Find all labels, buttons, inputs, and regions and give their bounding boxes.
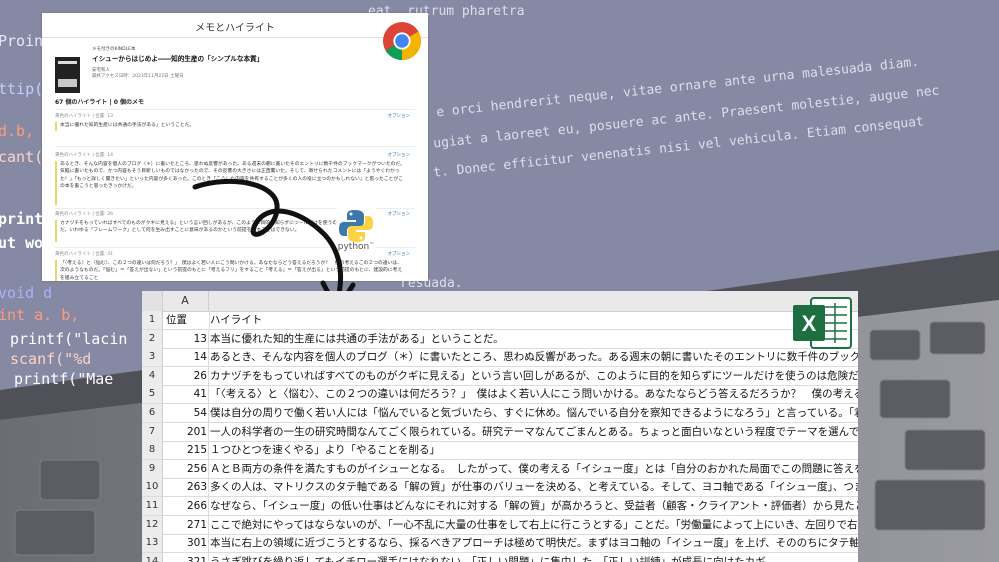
- cell-highlight[interactable]: 本当に優れた知的生産には共通の手法がある」ということだ。: [210, 330, 858, 348]
- page-title: メモとハイライト: [195, 23, 275, 34]
- cell-position[interactable]: 位置: [162, 311, 210, 329]
- table-row[interactable]: 13 301 本当に右上の領域に近づこうとするなら、採るべきアプローチは極めて明快だ…: [142, 534, 858, 554]
- last-accessed: 最終アクセス日時：2023年11月22日 土曜日: [92, 74, 184, 79]
- table-row[interactable]: 5 41 「〈考える〉と〈悩む〉、この２つの違いは何だろう？」 僕はよく若い人にこう…: [142, 385, 858, 405]
- row-number[interactable]: 7: [142, 422, 163, 441]
- row-number[interactable]: 5: [142, 385, 163, 404]
- highlight-meta: 黄色のハイライト | 位置: 13: [55, 114, 113, 119]
- options-link[interactable]: オプション: [388, 152, 411, 158]
- cell-highlight[interactable]: 本当に右上の領域に近づこうとするなら、採るべきアプローチは極めて明快だ。まずはヨ…: [210, 534, 858, 552]
- divider: [55, 109, 415, 110]
- background-code-text: printf("Mae: [14, 370, 114, 388]
- table-row[interactable]: 10 263 多くの人は、マトリクスのタテ軸である「解の質」が仕事のバリューを決める…: [142, 478, 858, 498]
- table-row[interactable]: 1 位置 ハイライト: [142, 311, 858, 330]
- chrome-logo-icon: [383, 22, 422, 61]
- cell-position[interactable]: 54: [162, 404, 209, 422]
- background-code-text: printf("lacin: [10, 330, 128, 348]
- cell-position[interactable]: 256: [162, 459, 209, 478]
- book-title[interactable]: イシューからはじめよ――知的生産の「シンプルな本質」: [92, 53, 263, 63]
- row-number[interactable]: 4: [142, 366, 163, 385]
- cell-position[interactable]: 41: [162, 385, 209, 404]
- cell-highlight[interactable]: あるとき、そんな内容を個人のブログ（＊）に書いたところ、思わぬ反響があった。ある…: [210, 348, 858, 366]
- table-row[interactable]: 3 14 あるとき、そんな内容を個人のブログ（＊）に書いたところ、思わぬ反響があった…: [142, 348, 858, 368]
- table-row[interactable]: 2 13 本当に優れた知的生産には共通の手法がある」ということだ。: [142, 329, 858, 349]
- cell-position[interactable]: 26: [162, 366, 209, 385]
- book-cover-image[interactable]: [55, 57, 80, 93]
- cell-highlight[interactable]: ハイライト: [210, 311, 858, 329]
- options-link[interactable]: オプション: [388, 211, 411, 217]
- column-header-a[interactable]: A: [162, 291, 209, 311]
- table-row[interactable]: 8 215 １つひとつを速くやる」より「やることを削る」: [142, 441, 858, 461]
- row-number[interactable]: 6: [142, 404, 163, 422]
- cell-highlight[interactable]: うさぎ跳びを繰り返してもイチロー選手にはなれない。「正しい問題」に集中した、「正…: [210, 553, 858, 562]
- row-number[interactable]: 1: [142, 311, 163, 329]
- trademark-symbol: ™: [369, 242, 375, 248]
- background-code-text: cant(: [0, 148, 44, 166]
- background-code-text: Proin: [0, 32, 44, 50]
- options-link[interactable]: オプション: [388, 113, 411, 119]
- background-code-text: scanf("%d: [10, 350, 92, 368]
- cell-highlight[interactable]: 多くの人は、マトリクスのタテ軸である「解の質」が仕事のバリューを決める、と考えて…: [210, 478, 858, 496]
- cell-highlight[interactable]: ＡとＢ両方の条件を満たすものがイシューとなる。 したがって、僕の考える「イシュー…: [210, 460, 858, 478]
- cell-highlight[interactable]: １つひとつを速くやる」より「やることを削る」: [210, 441, 858, 459]
- highlight-meta: 黄色のハイライト | 位置: 41: [55, 252, 113, 257]
- table-row[interactable]: 14 321 うさぎ跳びを繰り返してもイチロー選手にはなれない。「正しい問題」に集中…: [142, 552, 858, 562]
- excel-letter: X: [802, 311, 817, 336]
- table-row[interactable]: 4 26 カナヅチをもっていればすべてのものがクギに見える」という言い回しがあるが、…: [142, 366, 858, 386]
- row-number[interactable]: 11: [142, 497, 163, 515]
- cell-position[interactable]: 215: [162, 441, 209, 460]
- spreadsheet: A 1 位置 ハイライト 2 13 本当に優れた知的生産には共通の手法がある」ということだ…: [142, 291, 858, 562]
- table-row[interactable]: 12 271 ここで絶対にやってはならないのが、「一心不乱に大量の仕事をして右上に行…: [142, 515, 858, 535]
- highlight-meta: 黄色のハイライト | 位置: 26: [55, 212, 113, 217]
- table-row[interactable]: 6 54 僕は自分の周りで働く若い人には「悩んでいると気づいたら、すぐに休め。悩んで…: [142, 404, 858, 423]
- row-number[interactable]: 8: [142, 441, 163, 460]
- row-number[interactable]: 2: [142, 329, 163, 348]
- background-code-text: ttip(: [0, 80, 44, 98]
- divider: [42, 37, 428, 38]
- cell-highlight[interactable]: ここで絶対にやってはならないのが、「一心不乱に大量の仕事をして右上に行こうとする…: [210, 516, 858, 534]
- cell-position[interactable]: 201: [162, 422, 209, 441]
- cell-position[interactable]: 263: [162, 478, 209, 497]
- column-header-bar: A: [142, 291, 858, 312]
- book-section-label: メモ付きのKINDLE本: [92, 47, 136, 52]
- cell-position[interactable]: 266: [162, 497, 209, 515]
- excel-logo-icon: X: [793, 297, 852, 349]
- highlight-text: 本当に優れた知的生産には共通の手法がある」ということだ。: [55, 122, 405, 131]
- table-row[interactable]: 9 256 ＡとＢ両方の条件を満たすものがイシューとなる。 したがって、僕の考える「…: [142, 459, 858, 479]
- cell-position[interactable]: 14: [162, 348, 209, 367]
- divider: [55, 146, 415, 147]
- background-code-text: int a. b,: [0, 306, 80, 324]
- background-code-text: ut wo: [0, 234, 44, 252]
- cell-highlight[interactable]: 一人の科学者の一生の研究時間なんてごく限られている。研究テーマなんてごまんとある…: [210, 423, 858, 441]
- row-number[interactable]: 3: [142, 348, 163, 367]
- cell-position[interactable]: 321: [162, 552, 209, 562]
- row-number[interactable]: 10: [142, 478, 163, 497]
- row-number[interactable]: 12: [142, 515, 163, 534]
- highlight-meta: 黄色のハイライト | 位置: 14: [55, 153, 113, 158]
- table-row[interactable]: 7 201 一人の科学者の一生の研究時間なんてごく限られている。研究テーマなんてごま…: [142, 422, 858, 442]
- cell-position[interactable]: 13: [162, 329, 209, 348]
- row-number[interactable]: 14: [142, 552, 163, 562]
- cell-highlight[interactable]: 僕は自分の周りで働く若い人には「悩んでいると気づいたら、すぐに休め。悩んでいる自…: [210, 404, 858, 422]
- select-all-corner[interactable]: [142, 291, 163, 311]
- background-code-text: d.b,: [0, 122, 35, 140]
- cell-position[interactable]: 301: [162, 534, 209, 553]
- background-code-text: void d: [0, 284, 53, 302]
- cell-position[interactable]: 271: [162, 515, 209, 534]
- cell-highlight[interactable]: 「〈考える〉と〈悩む〉、この２つの違いは何だろう？」 僕はよく若い人にこう問いか…: [210, 385, 858, 403]
- cell-highlight[interactable]: カナヅチをもっていればすべてのものがクギに見える」という言い回しがあるが、このよ…: [210, 367, 858, 385]
- cell-highlight[interactable]: なぜなら、「イシュー度」の低い仕事はどんなにそれに対する「解の質」が高かろうと、…: [210, 497, 858, 515]
- options-link[interactable]: オプション: [388, 251, 411, 257]
- highlight-count: 67 個のハイライト | 0 個のメモ: [55, 99, 144, 106]
- table-row[interactable]: 11 266 なぜなら、「イシュー度」の低い仕事はどんなにそれに対する「解の質」が高…: [142, 497, 858, 516]
- row-number[interactable]: 13: [142, 534, 163, 553]
- row-number[interactable]: 9: [142, 459, 163, 478]
